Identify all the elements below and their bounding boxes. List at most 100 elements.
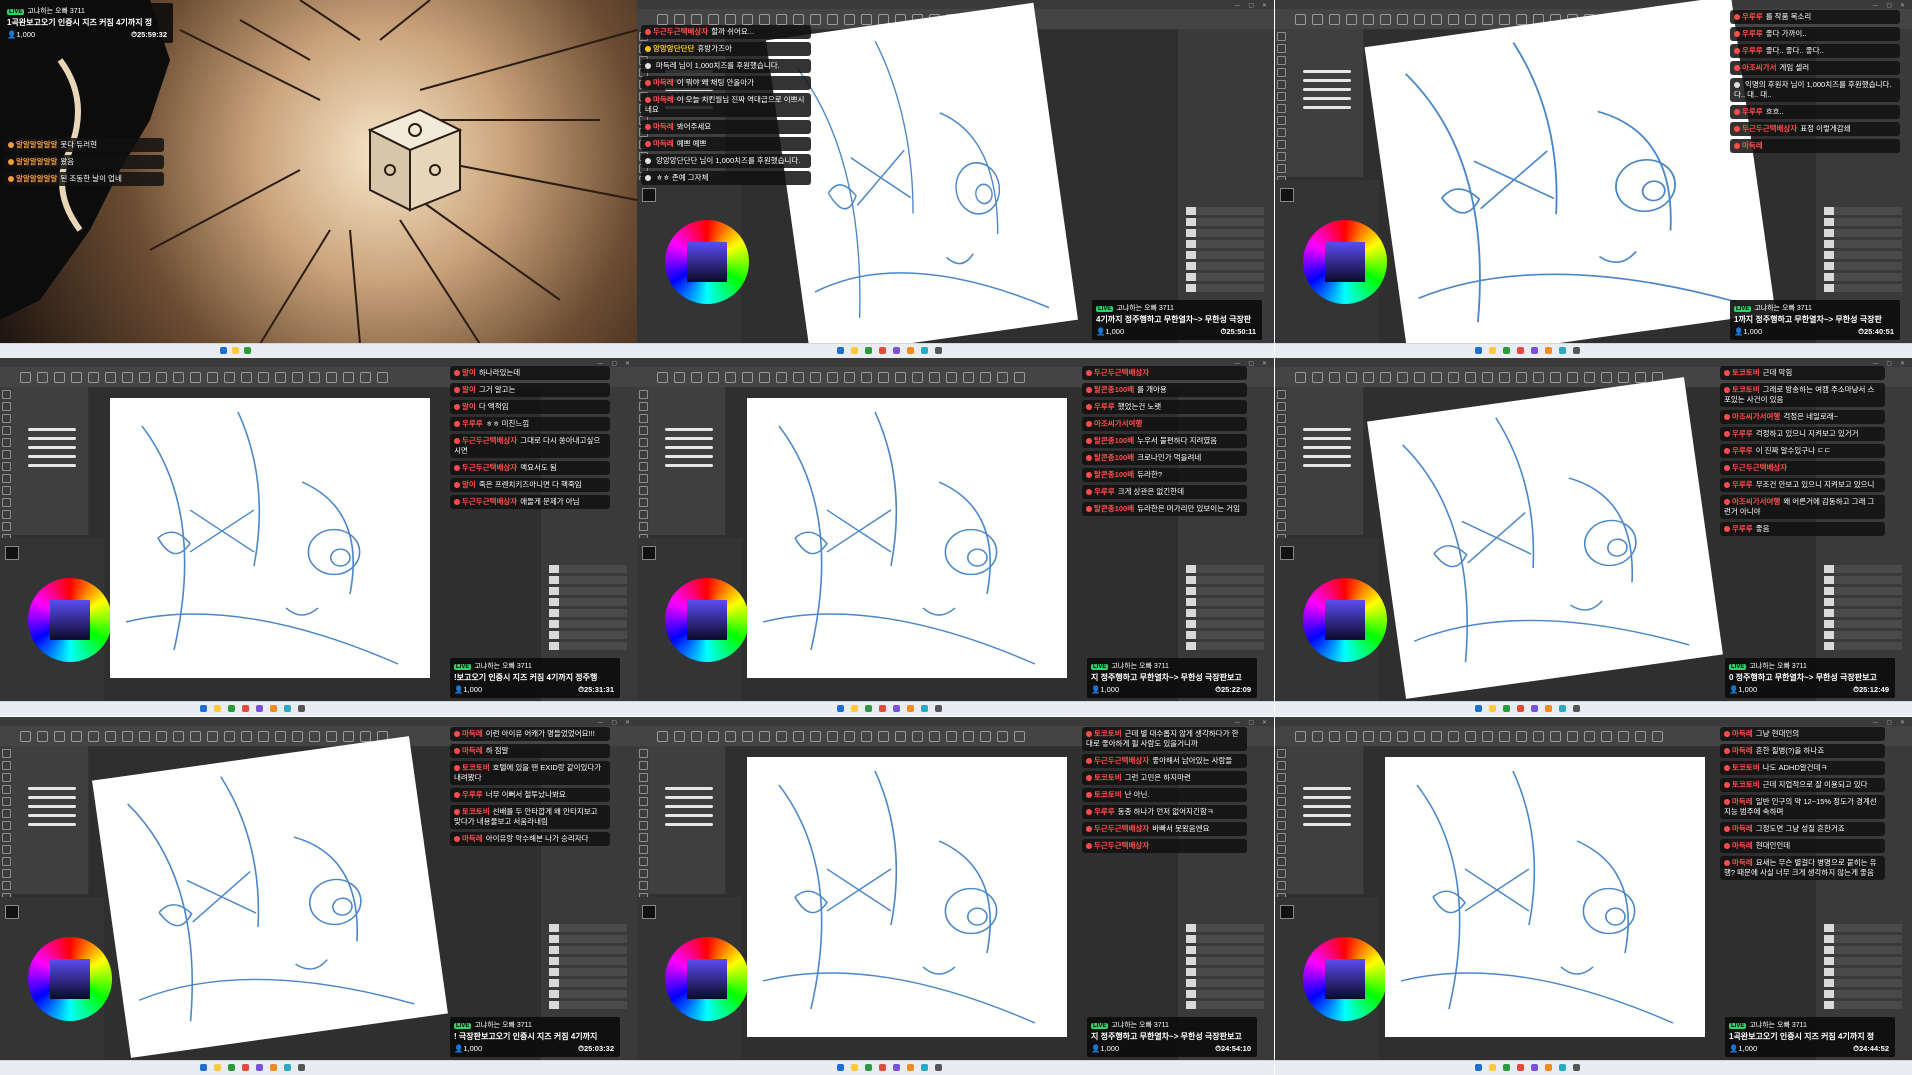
taskbar-app-icon[interactable] — [1475, 705, 1482, 712]
chat-nickname[interactable]: 우루루 — [1742, 46, 1763, 55]
layer-row[interactable] — [1186, 990, 1264, 998]
taskbar-app-icon[interactable] — [907, 347, 914, 354]
brush-stroke-preview[interactable] — [1303, 106, 1351, 109]
color-wheel[interactable] — [665, 220, 749, 304]
tool-icon[interactable] — [1277, 402, 1286, 411]
toolbar-tool-icon[interactable] — [1014, 731, 1025, 742]
toolbar-tool-icon[interactable] — [258, 372, 269, 383]
toolbar-tool-icon[interactable] — [292, 731, 303, 742]
toolbar-tool-icon[interactable] — [1448, 14, 1459, 25]
chat-nickname[interactable]: 마득레 — [1732, 729, 1753, 738]
chat-nickname[interactable]: 탈콘종100배 — [1094, 453, 1134, 462]
layer-row[interactable] — [1824, 924, 1902, 932]
chat-nickname[interactable]: 토코토비 — [462, 807, 490, 816]
taskbar-app-icon[interactable] — [270, 705, 277, 712]
tool-icon[interactable] — [2, 833, 11, 842]
taskbar-app-icon[interactable] — [893, 1064, 900, 1071]
chat-nickname[interactable]: 우루루 — [1094, 487, 1115, 496]
tool-icon[interactable] — [1277, 68, 1286, 77]
layer-row[interactable] — [549, 957, 627, 965]
chat-nickname[interactable]: 알이 — [462, 368, 476, 377]
toolbar-tool-icon[interactable] — [88, 372, 99, 383]
tool-icon[interactable] — [639, 462, 648, 471]
taskbar-app-icon[interactable] — [200, 1064, 207, 1071]
layer-row[interactable] — [1824, 609, 1902, 617]
main-color-swatch[interactable] — [642, 188, 656, 202]
toolbar-tool-icon[interactable] — [1465, 731, 1476, 742]
toolbar-tool-icon[interactable] — [241, 731, 252, 742]
layer-row[interactable] — [1186, 565, 1264, 573]
tool-icon[interactable] — [1277, 821, 1286, 830]
toolbar-tool-icon[interactable] — [1465, 14, 1476, 25]
toolbar-tool-icon[interactable] — [275, 372, 286, 383]
toolbar-tool-icon[interactable] — [725, 731, 736, 742]
brush-stroke-preview[interactable] — [28, 814, 76, 817]
toolbar-tool-icon[interactable] — [139, 731, 150, 742]
tool-icon[interactable] — [639, 438, 648, 447]
toolbar-tool-icon[interactable] — [691, 372, 702, 383]
toolbar-tool-icon[interactable] — [725, 14, 736, 25]
chat-nickname[interactable]: 알알알알알알 — [16, 140, 57, 149]
layer-row[interactable] — [1824, 957, 1902, 965]
brush-stroke-preview[interactable] — [665, 428, 713, 431]
toolbar-tool-icon[interactable] — [708, 731, 719, 742]
tool-icon[interactable] — [639, 797, 648, 806]
tool-icon[interactable] — [2, 450, 11, 459]
layer-row[interactable] — [1824, 218, 1902, 226]
toolbar-tool-icon[interactable] — [997, 731, 1008, 742]
color-wheel[interactable] — [28, 578, 112, 662]
taskbar-app-icon[interactable] — [1531, 347, 1538, 354]
taskbar-app-icon[interactable] — [1573, 1064, 1580, 1071]
layer-row[interactable] — [1186, 229, 1264, 237]
taskbar-app-icon[interactable] — [879, 1064, 886, 1071]
taskbar-app-icon[interactable] — [1559, 705, 1566, 712]
taskbar-app-icon[interactable] — [214, 705, 221, 712]
chat-nickname[interactable]: 알이 — [462, 402, 476, 411]
layer-row[interactable] — [1186, 218, 1264, 226]
toolbar-tool-icon[interactable] — [377, 372, 388, 383]
chat-nickname[interactable]: 토코토비 — [1732, 763, 1760, 772]
layer-row[interactable] — [1186, 631, 1264, 639]
brush-stroke-preview[interactable] — [28, 437, 76, 440]
drawing-canvas[interactable] — [92, 736, 448, 1058]
tool-icon[interactable] — [1277, 92, 1286, 101]
chat-nickname[interactable]: 우루루 — [1732, 446, 1753, 455]
tool-icon[interactable] — [1277, 881, 1286, 890]
toolbar-tool-icon[interactable] — [997, 372, 1008, 383]
tool-icon[interactable] — [1277, 426, 1286, 435]
toolbar-tool-icon[interactable] — [708, 372, 719, 383]
layer-row[interactable] — [1824, 262, 1902, 270]
toolbar-tool-icon[interactable] — [776, 14, 787, 25]
chat-nickname[interactable]: 아조씨가서여행 — [1732, 497, 1780, 506]
main-color-swatch[interactable] — [1280, 905, 1294, 919]
layer-row[interactable] — [1824, 946, 1902, 954]
tool-icon[interactable] — [639, 749, 648, 758]
brush-stroke-preview[interactable] — [28, 796, 76, 799]
taskbar-app-icon[interactable] — [1517, 705, 1524, 712]
brush-stroke-preview[interactable] — [665, 464, 713, 467]
chat-nickname[interactable]: 두근두근택배상자 — [1732, 463, 1787, 472]
main-color-swatch[interactable] — [5, 546, 19, 560]
toolbar-tool-icon[interactable] — [20, 372, 31, 383]
toolbar-tool-icon[interactable] — [1295, 731, 1306, 742]
toolbar-tool-icon[interactable] — [980, 372, 991, 383]
tool-icon[interactable] — [2, 414, 11, 423]
chat-nickname[interactable]: 마득레 — [653, 122, 674, 131]
brush-stroke-preview[interactable] — [1303, 79, 1351, 82]
chat-nickname[interactable]: 우루루 — [1732, 524, 1753, 533]
toolbar-tool-icon[interactable] — [674, 14, 685, 25]
chat-nickname[interactable]: 토코토비 — [1732, 780, 1760, 789]
brush-stroke-preview[interactable] — [1303, 70, 1351, 73]
tool-icon[interactable] — [1277, 128, 1286, 137]
taskbar-app-icon[interactable] — [1573, 347, 1580, 354]
tool-icon[interactable] — [1277, 773, 1286, 782]
brush-stroke-preview[interactable] — [665, 823, 713, 826]
toolbar-tool-icon[interactable] — [190, 372, 201, 383]
brush-stroke-preview[interactable] — [1303, 464, 1351, 467]
layer-row[interactable] — [1824, 565, 1902, 573]
toolbar-tool-icon[interactable] — [1414, 372, 1425, 383]
tool-icon[interactable] — [639, 474, 648, 483]
toolbar-tool-icon[interactable] — [776, 372, 787, 383]
chat-nickname[interactable]: 마득레 — [1732, 746, 1753, 755]
tool-icon[interactable] — [1277, 785, 1286, 794]
